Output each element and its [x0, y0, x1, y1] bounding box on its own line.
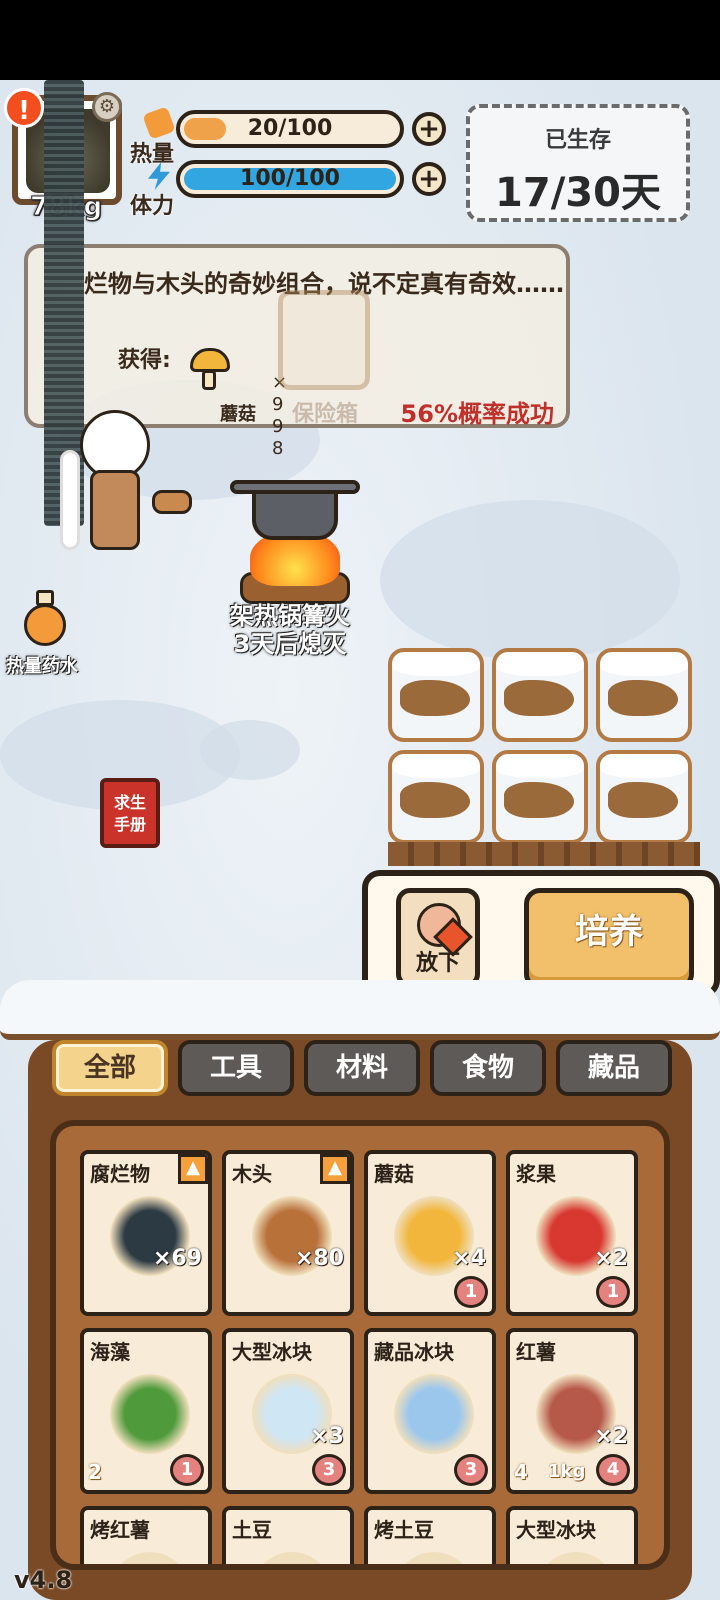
- upgrade-arrow-icon: ▲: [320, 1154, 350, 1184]
- inventory-item[interactable]: 海藻 2 1: [80, 1328, 212, 1494]
- item-name: 大型冰块: [232, 1340, 312, 1364]
- inventory-item[interactable]: 浆果 ×2 1: [506, 1150, 638, 1316]
- heat-bar: 20/100: [176, 110, 404, 148]
- campfire-label: 架热锅篝火 3天后熄灭: [210, 602, 370, 658]
- inventory-grid: 腐烂物 ×69 ▲ 木头 ×80 ▲ 蘑菇 ×4 1 浆果 ×2 1 海藻 2 1 大型冰块 ×3 3 藏品冰块 3 红…: [80, 1150, 640, 1564]
- tab-materials[interactable]: 材料: [304, 1040, 420, 1096]
- item-name: 木头: [232, 1162, 272, 1186]
- inventory-item[interactable]: 红薯 ×2 4 1kg 4: [506, 1328, 638, 1494]
- drop-button[interactable]: 放下: [396, 888, 480, 988]
- campfire-timer: 3天后熄灭: [233, 630, 347, 658]
- inventory-item[interactable]: 藏品冰块 3: [364, 1328, 496, 1494]
- campfire-name: 架热锅篝火: [230, 602, 350, 630]
- item-left-value: 2: [88, 1460, 102, 1484]
- survival-days: 17/30天: [495, 170, 661, 216]
- ice-block[interactable]: [596, 648, 692, 742]
- safe-icon: [278, 290, 370, 390]
- ice-block[interactable]: [492, 750, 588, 844]
- inventory-item[interactable]: 木头 ×80 ▲: [222, 1150, 354, 1316]
- gain-label: 获得:: [118, 348, 171, 373]
- item-count: ×2: [594, 1246, 628, 1271]
- campfire-pot[interactable]: [230, 480, 360, 610]
- item-icon: [110, 1552, 190, 1564]
- heat-label: 热量: [130, 142, 175, 167]
- item-count: ×2: [594, 1424, 628, 1449]
- tab-tools[interactable]: 工具: [178, 1040, 294, 1096]
- item-level-badge: 4: [596, 1454, 630, 1486]
- alert-icon[interactable]: !: [4, 88, 44, 128]
- item-level-badge: 1: [454, 1276, 488, 1308]
- ice-block-grid: [388, 648, 700, 844]
- add-stamina-button[interactable]: +: [412, 162, 446, 196]
- item-level-badge: 1: [596, 1276, 630, 1308]
- tab-food[interactable]: 食物: [430, 1040, 546, 1096]
- drop-label: 放下: [415, 951, 460, 976]
- gear-icon[interactable]: ⚙: [92, 92, 122, 122]
- item-name: 烤红薯: [90, 1518, 150, 1542]
- item-name: 腐烂物: [90, 1162, 150, 1186]
- train-button[interactable]: 培养: [524, 888, 694, 990]
- survival-manual-button[interactable]: 求生手册: [100, 778, 160, 848]
- item-icon: [394, 1374, 474, 1454]
- inventory-item[interactable]: 烤红薯: [80, 1506, 212, 1564]
- success-chance: 56%概率成功: [400, 400, 554, 428]
- inventory-roof: [0, 980, 720, 1040]
- stamina-value: 100/100: [240, 166, 340, 191]
- heat-potion-icon[interactable]: [20, 590, 70, 650]
- add-heat-button[interactable]: +: [412, 112, 446, 146]
- item-icon: [252, 1552, 332, 1564]
- item-name: 海藻: [90, 1340, 130, 1364]
- item-name: 大型冰块: [516, 1518, 596, 1542]
- wooden-fence: [388, 842, 700, 866]
- item-left-value: 4: [514, 1460, 528, 1484]
- survival-label: 已生存: [544, 128, 611, 153]
- mushroom-icon: [186, 348, 232, 392]
- item-name: 蘑菇: [374, 1162, 414, 1186]
- survival-manual-label: 求生手册: [113, 793, 146, 834]
- item-level-badge: 1: [170, 1454, 204, 1486]
- survival-counter: 已生存 17/30天: [466, 104, 690, 222]
- ice-block[interactable]: [596, 750, 692, 844]
- item-name: 藏品冰块: [374, 1340, 454, 1364]
- upgrade-arrow-icon: ▲: [178, 1154, 208, 1184]
- item-count: ×3: [310, 1424, 344, 1449]
- inventory-panel: 腐烂物 ×69 ▲ 木头 ×80 ▲ 蘑菇 ×4 1 浆果 ×2 1 海藻 2 1 大型冰块 ×3 3 藏品冰块 3 红…: [50, 1120, 670, 1570]
- heat-value: 20/100: [247, 116, 333, 141]
- inventory-item[interactable]: 腐烂物 ×69 ▲: [80, 1150, 212, 1316]
- inventory-item[interactable]: 土豆: [222, 1506, 354, 1564]
- item-count: ×80: [294, 1246, 344, 1271]
- ice-block[interactable]: [388, 750, 484, 844]
- item-count: ×69: [152, 1246, 202, 1271]
- item-count: ×4: [452, 1246, 486, 1271]
- ice-block[interactable]: [388, 648, 484, 742]
- version-label: v4.8: [14, 1566, 73, 1594]
- item-name: 烤土豆: [374, 1518, 434, 1542]
- item-icon: [394, 1552, 474, 1564]
- heat-potion-label: 热量药水: [6, 656, 78, 677]
- item-name: 红薯: [516, 1340, 556, 1364]
- item-level-badge: 3: [454, 1454, 488, 1486]
- recipe-tooltip: 烂物与木头的奇妙组合，说不定真有奇效…… 获得: ×998 蘑菇 保险箱 56%…: [24, 244, 570, 459]
- inventory-item[interactable]: 蘑菇 ×4 1: [364, 1150, 496, 1316]
- item-name: 土豆: [232, 1518, 272, 1542]
- item-weight: 1kg: [548, 1461, 586, 1482]
- stamina-bar: 100/100: [176, 160, 404, 198]
- locked-item-name: 保险箱: [292, 402, 359, 427]
- item-icon: [110, 1374, 190, 1454]
- item-name: 浆果: [516, 1162, 556, 1186]
- item-icon: [536, 1552, 616, 1564]
- inventory-item[interactable]: 大型冰块 ×3 3: [222, 1328, 354, 1494]
- player-character[interactable]: [60, 410, 192, 590]
- tab-all[interactable]: 全部: [52, 1040, 168, 1096]
- inventory-item[interactable]: 大型冰块: [506, 1506, 638, 1564]
- item-level-badge: 3: [312, 1454, 346, 1486]
- inventory-item[interactable]: 烤土豆: [364, 1506, 496, 1564]
- status-bar: [0, 0, 720, 80]
- ice-block[interactable]: [492, 648, 588, 742]
- tab-collectibles[interactable]: 藏品: [556, 1040, 672, 1096]
- gain-item-name: 蘑菇: [220, 404, 256, 425]
- stamina-label: 体力: [130, 194, 175, 219]
- inventory-tabs: 全部 工具 材料 食物 藏品: [52, 1040, 672, 1100]
